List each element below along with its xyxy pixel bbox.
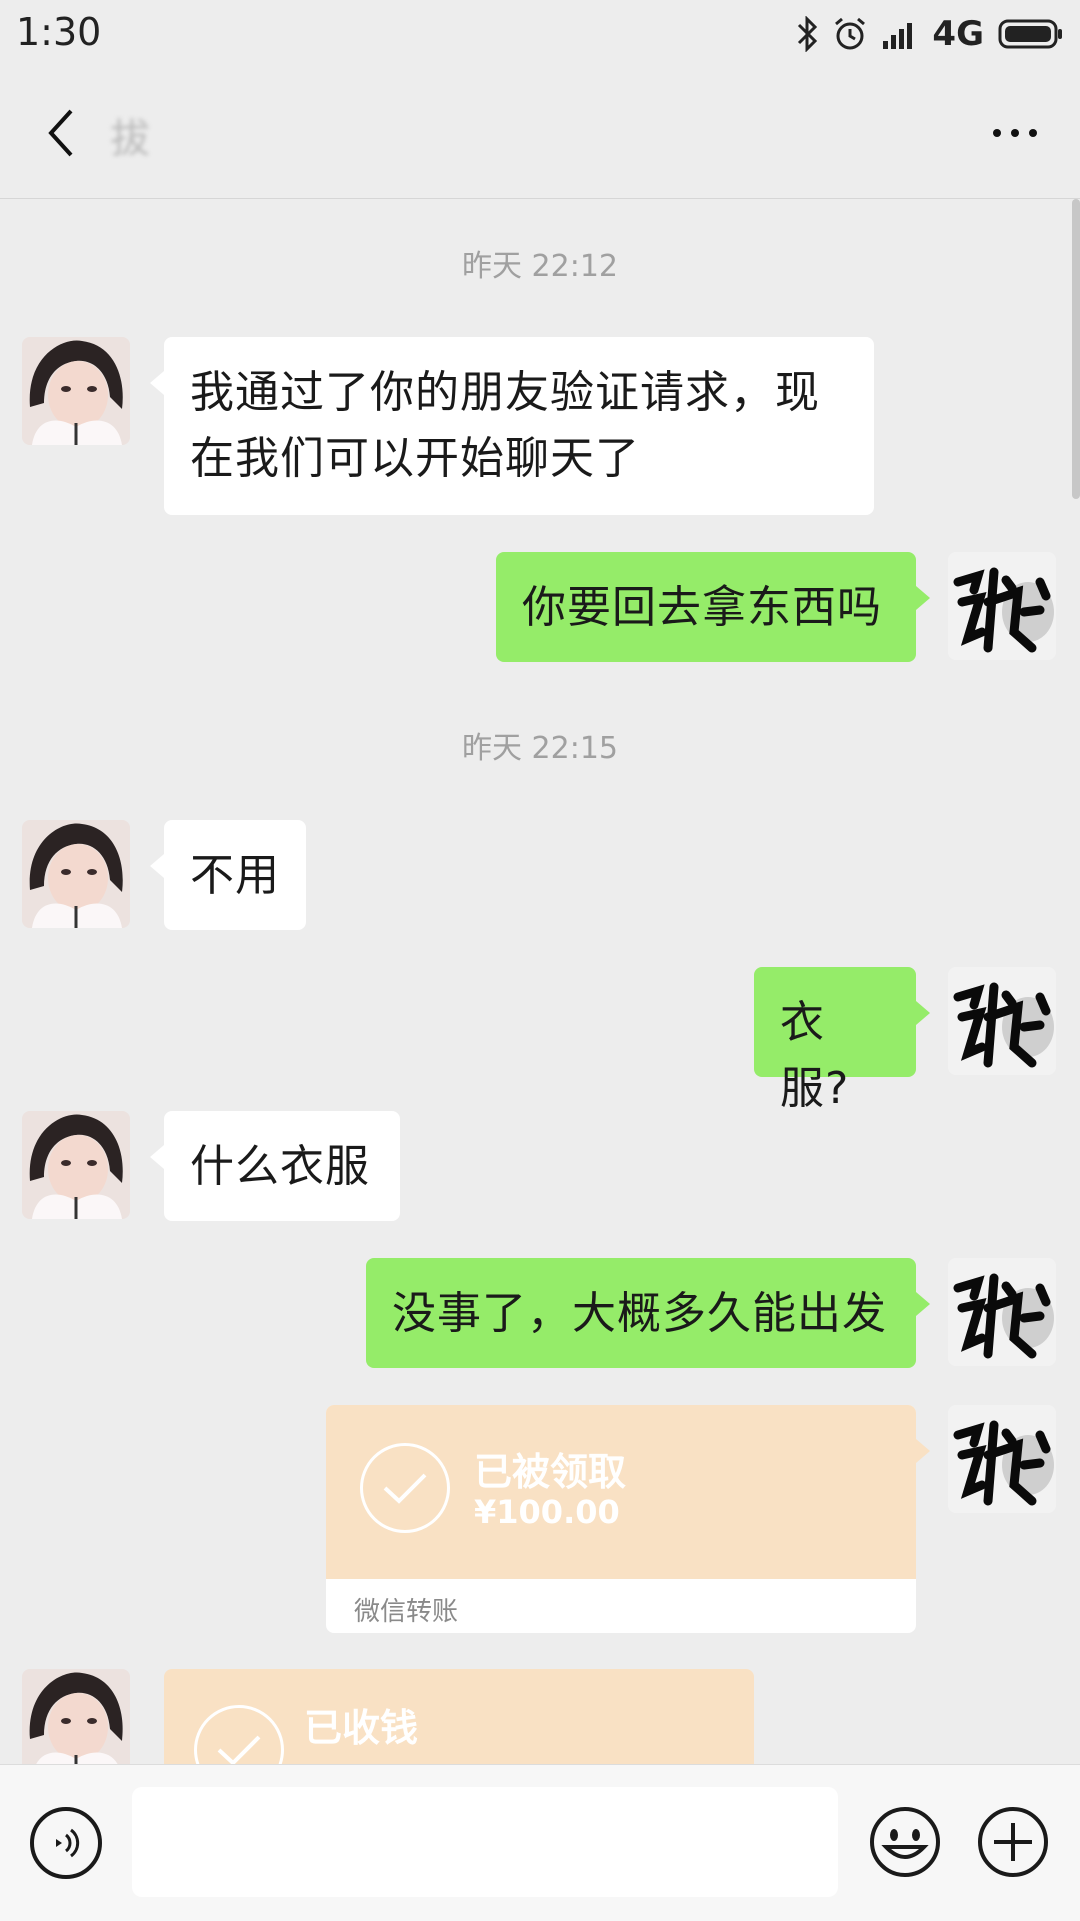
check-circle-icon [194, 1705, 284, 1764]
transfer-type-label: 微信转账 [354, 1597, 459, 1627]
my-avatar[interactable] [948, 967, 1056, 1075]
message-bubble-incoming[interactable]: 什么衣服 [150, 1111, 400, 1221]
signal-icon [882, 19, 918, 49]
transfer-status: 已被领取 [474, 1450, 627, 1494]
message-timestamp: 昨天 22:15 [462, 731, 618, 766]
message-bubble-outgoing[interactable]: 没事了，大概多久能出发 [366, 1258, 930, 1368]
status-icons: 4G [796, 14, 1064, 54]
my-avatar[interactable] [948, 1258, 1056, 1366]
message-bubble-incoming[interactable]: 不用 [150, 820, 306, 930]
message-timestamp: 昨天 22:12 [462, 249, 618, 284]
contact-avatar[interactable] [22, 1111, 130, 1219]
chevron-left-icon[interactable] [30, 100, 90, 166]
transfer-card-sent[interactable]: 已被领取 ¥100.00 微信转账 [326, 1405, 930, 1633]
status-bar: 1:30 4G [0, 0, 1080, 68]
network-label: 4G [932, 14, 984, 54]
plus-icon[interactable] [974, 1803, 1052, 1881]
alarm-icon [832, 16, 868, 52]
battery-icon [998, 18, 1064, 50]
message-bubble-outgoing[interactable]: 衣服? [754, 967, 930, 1114]
chat-header: 拔 [0, 68, 1080, 199]
transfer-status: 已收钱 [304, 1706, 419, 1750]
status-time: 1:30 [16, 10, 102, 54]
transfer-card-received[interactable]: 已收钱 [164, 1669, 754, 1764]
check-circle-icon [360, 1443, 450, 1533]
chat-title: 拔 [110, 116, 150, 162]
message-input-bar [0, 1764, 1080, 1921]
more-dots-icon[interactable] [980, 100, 1050, 166]
bluetooth-icon [796, 16, 818, 52]
chat-message-list[interactable]: 昨天 22:12 我通过了你的朋友验证请求，现在我们可以开始聊天了 你要回去拿东… [0, 199, 1080, 1764]
contact-avatar[interactable] [22, 820, 130, 928]
emoji-icon[interactable] [866, 1803, 944, 1881]
transfer-amount: ¥100.00 [474, 1493, 620, 1531]
message-bubble-incoming[interactable]: 我通过了你的朋友验证请求，现在我们可以开始聊天了 [150, 337, 874, 515]
message-input[interactable] [132, 1787, 838, 1897]
contact-avatar[interactable] [22, 1669, 130, 1764]
message-bubble-outgoing[interactable]: 你要回去拿东西吗 [496, 552, 930, 662]
my-avatar[interactable] [948, 552, 1056, 660]
contact-avatar[interactable] [22, 337, 130, 445]
voice-icon[interactable] [30, 1807, 102, 1879]
my-avatar[interactable] [948, 1405, 1056, 1513]
